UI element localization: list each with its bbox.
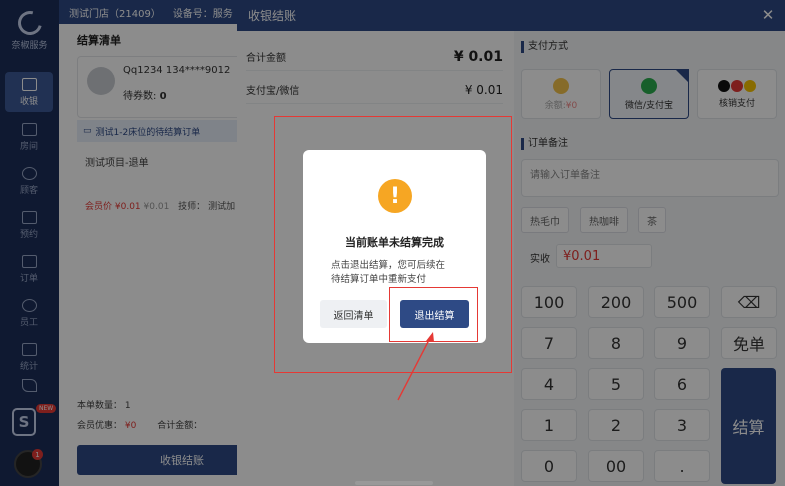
dialog-message-line: 点击退出结算，您可后续在 xyxy=(331,260,446,271)
back-to-list-button[interactable]: 返回清单 xyxy=(320,300,387,328)
annotation-box-exit-button xyxy=(389,287,478,342)
home-indicator xyxy=(355,481,433,485)
dialog-message-line: 待结算订单中重新支付 xyxy=(331,274,427,285)
dialog-message: 点击退出结算，您可后续在 待结算订单中重新支付 xyxy=(331,259,445,287)
dialog-title: 当前账单未结算完成 xyxy=(345,236,444,249)
warning-icon: ! xyxy=(378,179,412,213)
